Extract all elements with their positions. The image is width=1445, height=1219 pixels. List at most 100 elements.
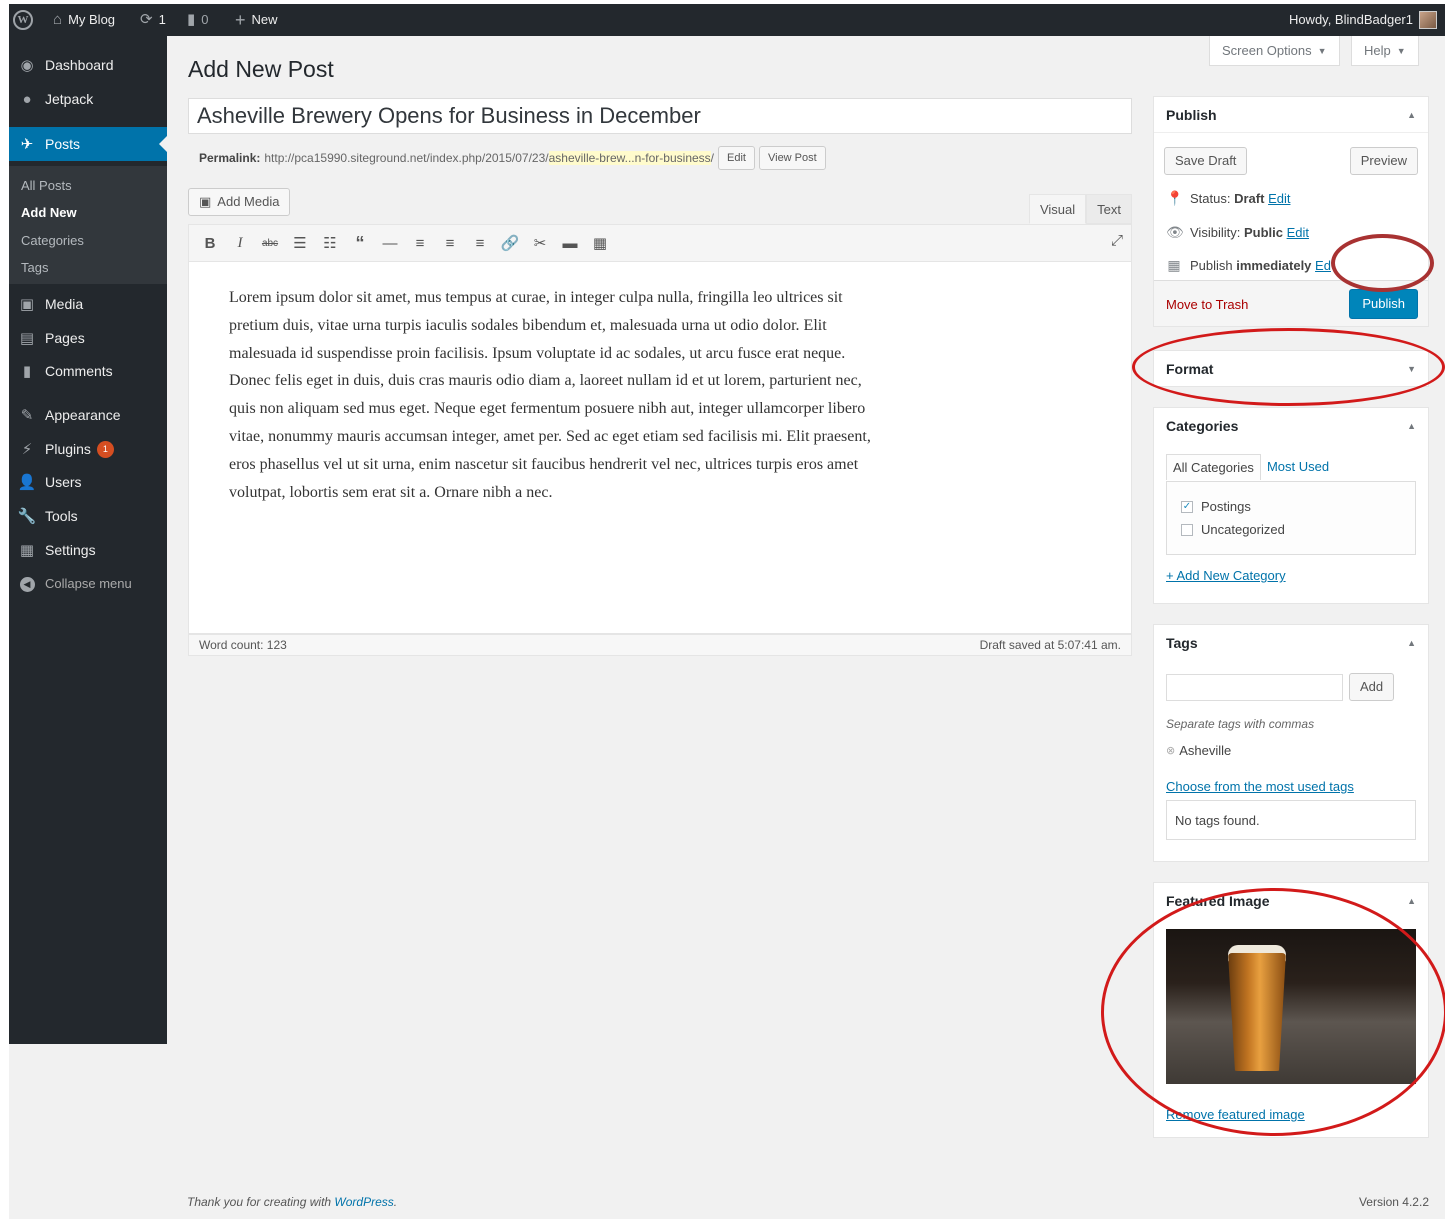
annotation-circle-publish-edit [1331, 234, 1434, 292]
fullscreen-icon[interactable]: ⤢ [1111, 232, 1123, 249]
wordpress-link[interactable]: WordPress [334, 1195, 393, 1209]
sidebar-item-pages[interactable]: ▤ Pages [9, 321, 167, 355]
status-label: Status: [1190, 191, 1231, 206]
sidebar-item-tools[interactable]: 🔧 Tools [9, 499, 167, 533]
collapse-arrow-icon[interactable]: ▲ [1407, 421, 1416, 431]
sidebar-item-plugins[interactable]: ⚡ Plugins 1 [9, 432, 167, 466]
choose-most-used-tags-link[interactable]: Choose from the most used tags [1166, 779, 1354, 794]
edit-status-link[interactable]: Edit [1268, 191, 1290, 206]
numbered-list-icon[interactable]: ☷ [317, 230, 343, 256]
visibility-label: Visibility: [1190, 225, 1241, 240]
tag-item: ⊗ Asheville [1166, 743, 1231, 758]
plus-icon: + [235, 10, 246, 30]
read-more-icon[interactable]: ▬ [557, 230, 583, 256]
eye-icon: 👁 [1166, 224, 1184, 240]
editor-tabs: Visual Text [1028, 194, 1132, 224]
publish-box: Publish ▲ Save Draft Preview 📍 Status: D… [1153, 96, 1429, 327]
view-post-button[interactable]: View Post [758, 146, 826, 170]
screen-options-label: Screen Options [1222, 43, 1312, 58]
align-center-icon[interactable]: ≡ [437, 230, 463, 256]
help-button[interactable]: Help ▼ [1351, 36, 1419, 66]
permalink-url[interactable]: http://pca15990.siteground.net/index.php… [264, 151, 714, 165]
sidebar-item-comments[interactable]: ▮ Comments [9, 354, 167, 388]
sidebar-item-label: Jetpack [45, 91, 94, 107]
admin-footer-version: Version 4.2.2 [1358, 1195, 1429, 1209]
checkbox-checked[interactable]: ✓ [1181, 500, 1193, 513]
wordpress-logo-menu[interactable]: W [13, 4, 33, 36]
screen-options-button[interactable]: Screen Options ▼ [1209, 36, 1340, 66]
howdy-label: Howdy, BlindBadger1 [1288, 12, 1413, 27]
post-content-area[interactable]: Lorem ipsum dolor sit amet, mus tempus a… [188, 262, 1132, 634]
sidebar-item-media[interactable]: ▣ Media [9, 287, 167, 321]
sidebar-item-users[interactable]: 👤 Users [9, 465, 167, 499]
remove-tag-icon[interactable]: ⊗ [1166, 744, 1175, 757]
visibility-row: 👁 Visibility: Public Edit [1166, 224, 1309, 241]
tags-box-header[interactable]: Tags ▲ [1154, 625, 1428, 661]
tag-cloud: No tags found. [1166, 800, 1416, 840]
tags-hint: Separate tags with commas [1166, 717, 1315, 731]
edit-permalink-button[interactable]: Edit [718, 146, 755, 170]
unlink-icon[interactable]: ✂ [527, 230, 553, 256]
preview-button[interactable]: Preview [1349, 147, 1418, 175]
updates-menu[interactable]: ⟳ 1 [140, 4, 166, 36]
move-to-trash-link[interactable]: Move to Trash [1166, 297, 1248, 312]
collapse-arrow-icon[interactable]: ▲ [1407, 110, 1416, 120]
post-title-input[interactable]: Asheville Brewery Opens for Business in … [188, 98, 1132, 134]
submenu-add-new[interactable]: Add New [21, 205, 77, 220]
link-icon[interactable]: 🔗 [497, 230, 523, 256]
new-content-menu[interactable]: + New [235, 4, 278, 36]
categories-box-header[interactable]: Categories ▲ [1154, 408, 1428, 444]
permalink-slug: asheville-brew...n-for-business [548, 151, 711, 165]
tab-all-categories[interactable]: All Categories [1166, 454, 1261, 480]
edit-schedule-link[interactable]: Ed [1315, 258, 1331, 273]
submenu-all-posts[interactable]: All Posts [21, 178, 72, 193]
settings-icon: ▦ [19, 542, 35, 559]
horizontal-line-icon[interactable]: — [377, 230, 403, 256]
admin-footer-thanks: Thank you for creating with WordPress. [187, 1195, 397, 1209]
sidebar-item-appearance[interactable]: ✎ Appearance [9, 398, 167, 432]
sidebar-item-jetpack[interactable]: ● Jetpack [9, 82, 167, 116]
plugins-update-badge: 1 [96, 440, 114, 458]
edit-visibility-link[interactable]: Edit [1287, 225, 1309, 240]
submenu-tags[interactable]: Tags [21, 260, 48, 275]
submenu-categories[interactable]: Categories [21, 233, 84, 248]
align-right-icon[interactable]: ≡ [467, 230, 493, 256]
add-media-button[interactable]: ▣ Add Media [188, 188, 291, 216]
pin-icon: 📍 [1166, 190, 1184, 206]
collapse-menu-button[interactable]: ◀ Collapse menu [9, 566, 167, 600]
comments-menu[interactable]: ▮ 0 [187, 4, 209, 36]
new-tag-input[interactable] [1166, 674, 1343, 701]
strikethrough-icon[interactable]: abc [257, 230, 283, 256]
publish-button[interactable]: Publish [1349, 289, 1418, 319]
account-menu[interactable]: Howdy, BlindBadger1 [1289, 4, 1437, 36]
toolbar-toggle-icon[interactable]: ▦ [587, 230, 613, 256]
sidebar-item-settings[interactable]: ▦ Settings [9, 533, 167, 567]
tab-most-used[interactable]: Most Used [1261, 454, 1335, 480]
add-tag-button[interactable]: Add [1349, 673, 1395, 701]
category-uncategorized[interactable]: Uncategorized [1181, 522, 1285, 537]
annotation-circle-format [1132, 328, 1445, 406]
sidebar-item-dashboard[interactable]: ◉ Dashboard [9, 48, 167, 82]
bold-icon[interactable]: B [197, 230, 223, 256]
italic-icon[interactable]: I [227, 230, 253, 256]
publish-box-header[interactable]: Publish ▲ [1154, 97, 1428, 133]
blockquote-icon[interactable]: “ [347, 230, 373, 256]
help-label: Help [1364, 43, 1391, 58]
editor-toolbar: B I abc ☰ ☷ “ — ≡ ≡ ≡ 🔗 ✂ ▬ ▦ ⤢ [188, 224, 1132, 262]
calendar-icon: ▦ [1167, 257, 1181, 273]
checkbox-unchecked[interactable] [1181, 523, 1193, 536]
updates-count: 1 [158, 12, 166, 27]
collapse-arrow-icon[interactable]: ▲ [1407, 896, 1416, 906]
category-postings[interactable]: ✓ Postings [1181, 499, 1251, 514]
bulleted-list-icon[interactable]: ☰ [287, 230, 313, 256]
jetpack-icon: ● [22, 90, 32, 108]
sidebar-item-label: Media [45, 296, 84, 312]
tab-visual[interactable]: Visual [1028, 194, 1087, 224]
sidebar-item-posts[interactable]: ✈ Posts [9, 127, 167, 161]
collapse-arrow-icon[interactable]: ▲ [1407, 638, 1416, 648]
add-new-category-link[interactable]: + Add New Category [1166, 568, 1286, 583]
save-draft-button[interactable]: Save Draft [1164, 147, 1248, 175]
tab-text[interactable]: Text [1086, 194, 1132, 224]
site-name-menu[interactable]: ⌂ My Blog [53, 4, 115, 36]
align-left-icon[interactable]: ≡ [407, 230, 433, 256]
